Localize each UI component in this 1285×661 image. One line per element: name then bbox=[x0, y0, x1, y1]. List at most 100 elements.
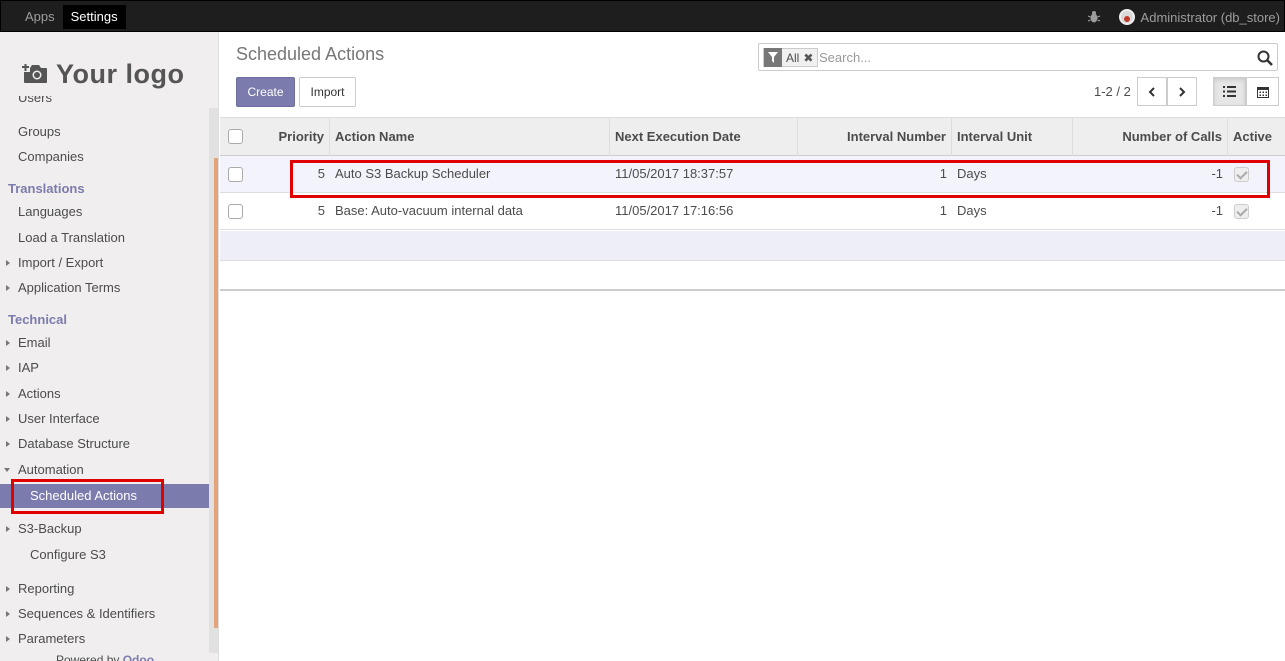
search-facet-label: All bbox=[786, 50, 800, 65]
sidebar-item-label: Users bbox=[18, 96, 52, 105]
user-menu[interactable]: Administrator (db_store) bbox=[1141, 10, 1280, 25]
sidebar-item-label: Application Terms bbox=[18, 280, 121, 295]
sidebar-item-label: Reporting bbox=[18, 581, 75, 596]
calendar-view-button[interactable] bbox=[1246, 77, 1279, 106]
sidebar-item-parameters[interactable]: Parameters bbox=[0, 627, 209, 651]
list-view-button[interactable] bbox=[1213, 77, 1246, 106]
sidebar-item-label: Load a Translation bbox=[18, 230, 125, 245]
sidebar-item-import-export[interactable]: Import / Export bbox=[0, 251, 209, 275]
user-area: Administrator (db_store) bbox=[1087, 6, 1280, 28]
sidebar-item-label: Import / Export bbox=[18, 255, 104, 270]
sidebar-item-configure-s3[interactable]: Configure S3 bbox=[0, 543, 209, 567]
caret-right-icon bbox=[6, 526, 10, 532]
remove-facet-icon[interactable]: ✖ bbox=[803, 51, 817, 65]
main-content: Scheduled Actions All ✖ Create Import 1-… bbox=[220, 32, 1285, 661]
caret-right-icon bbox=[6, 636, 10, 642]
sidebar-item-label: Languages bbox=[18, 204, 83, 219]
sidebar-item-application-terms[interactable]: Application Terms bbox=[0, 276, 209, 300]
sidebar-item-sequences[interactable]: Sequences & Identifiers bbox=[0, 602, 209, 626]
chevron-left-icon bbox=[1148, 86, 1155, 97]
cell-interval-number: 1 bbox=[939, 203, 947, 218]
sidebar-item-users[interactable]: Users bbox=[0, 96, 209, 112]
row-checkbox[interactable] bbox=[228, 167, 243, 182]
cell-next-execution: 11/05/2017 17:16:56 bbox=[615, 203, 734, 218]
table-footer bbox=[220, 261, 1285, 291]
header-active[interactable]: Active bbox=[1228, 118, 1285, 156]
table-header: Priority Action Name Next Execution Date… bbox=[220, 117, 1285, 156]
caret-right-icon bbox=[6, 260, 10, 266]
sidebar-item-languages[interactable]: Languages bbox=[0, 200, 209, 224]
sidebar-item-email[interactable]: Email bbox=[0, 331, 209, 355]
sidebar-item-label: Database Structure bbox=[18, 436, 131, 451]
sidebar-item-iap[interactable]: IAP bbox=[0, 356, 209, 380]
powered-by-text: Powered by bbox=[56, 653, 120, 661]
header-interval-unit[interactable]: Interval Unit bbox=[952, 118, 1073, 156]
sidebar-item-actions[interactable]: Actions bbox=[0, 382, 209, 406]
active-checkbox bbox=[1234, 204, 1249, 219]
sidebar-item-reporting[interactable]: Reporting bbox=[0, 577, 209, 601]
caret-right-icon bbox=[6, 416, 10, 422]
powered-by: Powered by Odoo bbox=[56, 653, 154, 661]
search-icon[interactable] bbox=[1257, 50, 1273, 66]
chevron-right-icon bbox=[1179, 86, 1186, 97]
sidebar-item-groups[interactable]: Groups bbox=[0, 120, 209, 144]
sidebar-item-label: Configure S3 bbox=[30, 547, 106, 562]
table-row[interactable]: 5 Base: Auto-vacuum internal data 11/05/… bbox=[220, 193, 1285, 230]
filter-icon bbox=[764, 48, 782, 67]
sidebar-item-label: S3-Backup bbox=[18, 521, 82, 536]
pager-previous-button[interactable] bbox=[1137, 77, 1167, 106]
sidebar-item-label: Sequences & Identifiers bbox=[18, 606, 156, 621]
highlight-box-sidebar bbox=[11, 479, 164, 514]
table-empty-row bbox=[220, 231, 1285, 261]
caret-right-icon bbox=[6, 586, 10, 592]
header-select bbox=[220, 118, 250, 156]
header-priority[interactable]: Priority bbox=[250, 118, 330, 156]
user-avatar[interactable] bbox=[1118, 9, 1135, 25]
sidebar-section-translations: Translations bbox=[8, 181, 85, 196]
pager-next-button[interactable] bbox=[1167, 77, 1197, 106]
apps-menu[interactable]: Apps bbox=[17, 5, 63, 29]
create-button[interactable]: Create bbox=[236, 77, 295, 107]
top-menu: Apps Settings bbox=[17, 5, 126, 29]
cell-interval-unit: Days bbox=[957, 203, 987, 218]
caret-right-icon bbox=[6, 340, 10, 346]
settings-menu[interactable]: Settings bbox=[62, 5, 126, 29]
sidebar-scrollbar[interactable] bbox=[209, 108, 218, 653]
search-bar[interactable]: All ✖ bbox=[758, 43, 1278, 71]
top-navbar: Apps Settings Administrator (db_store) bbox=[0, 0, 1285, 32]
header-action-name[interactable]: Action Name bbox=[330, 118, 610, 156]
cell-action-name: Base: Auto-vacuum internal data bbox=[335, 203, 523, 218]
sidebar-item-label: Groups bbox=[18, 124, 61, 139]
header-interval-number[interactable]: Interval Number bbox=[798, 118, 952, 156]
sidebar-item-user-interface[interactable]: User Interface bbox=[0, 407, 209, 431]
sidebar-section-technical: Technical bbox=[8, 312, 68, 327]
search-facet[interactable]: All ✖ bbox=[763, 48, 819, 67]
sidebar-item-database-structure[interactable]: Database Structure bbox=[0, 432, 209, 456]
sidebar-item-label: Actions bbox=[18, 386, 61, 401]
row-checkbox[interactable] bbox=[228, 204, 243, 219]
caret-right-icon bbox=[6, 365, 10, 371]
list-icon bbox=[1223, 86, 1236, 97]
powered-by-brand[interactable]: Odoo bbox=[123, 653, 154, 661]
sidebar-scrollbar-thumb[interactable] bbox=[214, 158, 218, 628]
pager-value[interactable]: 1-2 / 2 bbox=[1094, 84, 1131, 99]
sidebar-item-label: Email bbox=[18, 335, 51, 350]
caret-right-icon bbox=[6, 391, 10, 397]
search-input[interactable] bbox=[819, 46, 1239, 68]
calendar-icon bbox=[1256, 86, 1269, 98]
highlight-box-row bbox=[290, 160, 1270, 198]
debug-bug-icon[interactable] bbox=[1087, 10, 1101, 24]
sidebar-item-load-translation[interactable]: Load a Translation bbox=[0, 226, 209, 250]
header-next-execution[interactable]: Next Execution Date bbox=[610, 118, 798, 156]
sidebar-item-label: User Interface bbox=[18, 411, 100, 426]
header-number-of-calls[interactable]: Number of Calls bbox=[1073, 118, 1228, 156]
page-title: Scheduled Actions bbox=[236, 44, 385, 64]
import-button[interactable]: Import bbox=[299, 77, 356, 107]
camera-icon bbox=[22, 64, 47, 83]
caret-right-icon bbox=[6, 441, 10, 447]
sidebar-item-label: Parameters bbox=[18, 631, 86, 646]
company-logo[interactable]: Your logo bbox=[22, 50, 198, 98]
sidebar-item-companies[interactable]: Companies bbox=[0, 145, 209, 169]
caret-down-icon bbox=[4, 468, 10, 472]
sidebar-item-s3-backup[interactable]: S3-Backup bbox=[0, 517, 209, 541]
